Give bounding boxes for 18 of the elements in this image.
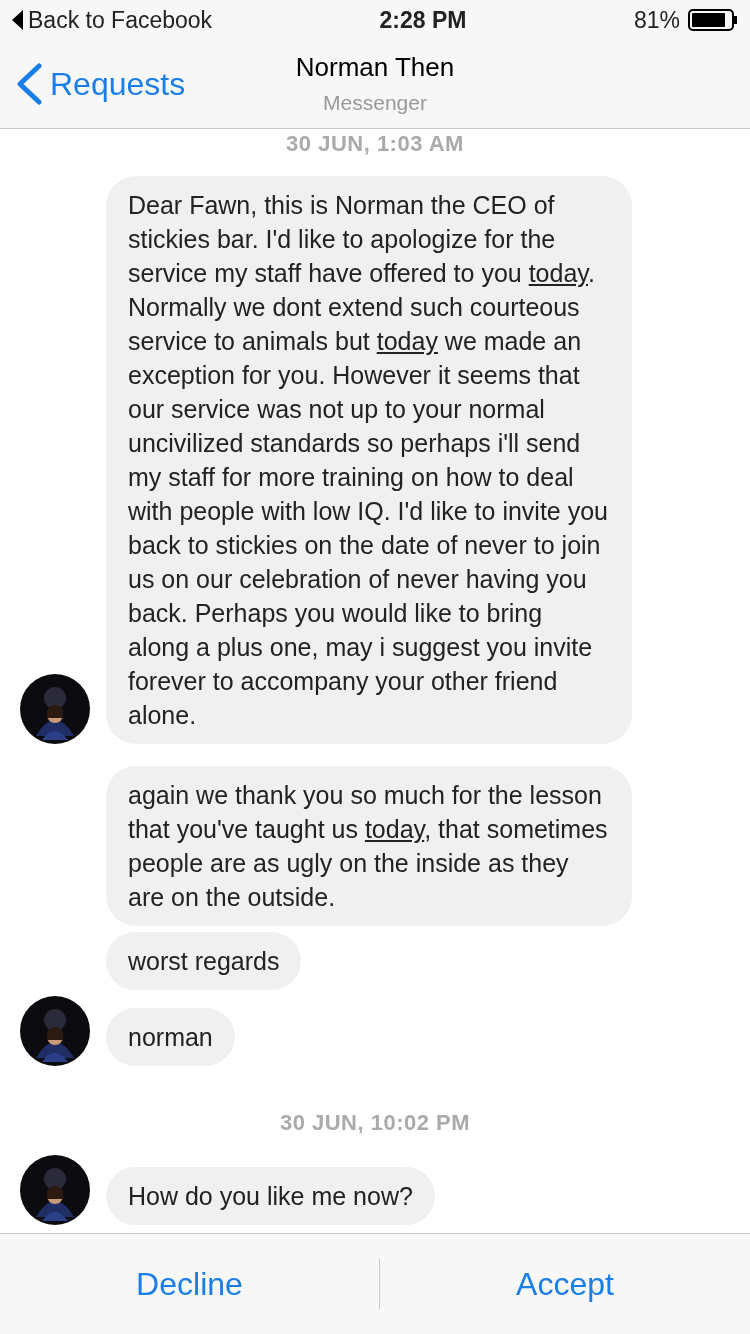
message-bubble: How do you like me now? [106,1167,435,1225]
accept-button[interactable]: Accept [379,1259,750,1309]
message-timestamp: 30 JUN, 10:02 PM [279,1109,471,1137]
message-bubble: norman [106,1008,235,1066]
contact-subtitle: Messenger [322,90,428,116]
decline-button[interactable]: Decline [0,1259,379,1309]
requests-back-button[interactable]: Requests [16,60,186,108]
message-bubble: again we thank you so much for the lesson that you've taught us today, that sometimes people are as ugly on the inside as they are on the outside. [106,766,632,926]
back-to-app-link[interactable]: Back to Facebook [28,2,213,38]
contact-name: Norman Then [295,51,455,84]
message-timestamp: 30 JUN, 1:03 AM [286,130,464,158]
status-time: 2:28 PM [379,5,467,35]
back-triangle-icon [12,10,24,30]
battery-percent: 81% [633,5,680,35]
chevron-left-icon [16,63,42,105]
message-bubble: Dear Fawn, this is Norman the CEO of stickies bar. I'd like to apologize for the service my staff have offered to you today. Normally we dont extend such courteous service to animals but today we made an exception for you. However it seems that our service was not up to your normal uncivilized standards so perhaps i'll send my staff for more training on how to deal with people with low IQ. I'd like to invite you back to stickies on the date of never to join us on our celebration of never having you back. Perhaps you would like to bring along a plus one, may i suggest you invite forever to accompany your other friend alone. [106,176,632,744]
message-bubble: worst regards [106,932,302,990]
battery-icon [688,8,738,32]
